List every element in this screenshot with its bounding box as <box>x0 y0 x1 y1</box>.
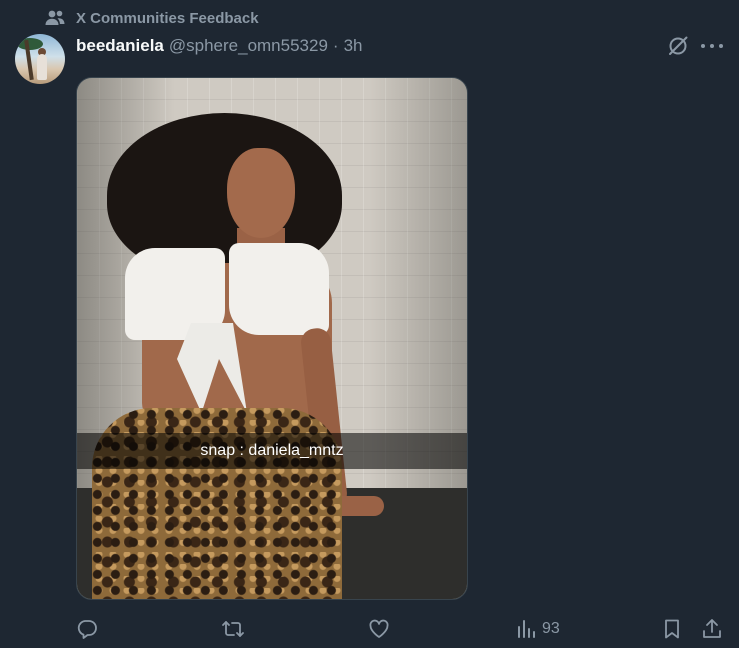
display-name[interactable]: beedaniela <box>76 36 164 56</box>
reply-button[interactable] <box>76 616 104 642</box>
like-button[interactable] <box>368 616 396 642</box>
grok-icon[interactable] <box>667 35 689 57</box>
community-name[interactable]: X Communities Feedback <box>76 10 259 27</box>
people-icon <box>44 9 66 27</box>
reply-icon <box>76 618 98 640</box>
views-icon <box>516 618 536 640</box>
heart-icon <box>368 618 390 640</box>
repost-icon <box>221 618 245 640</box>
repost-button[interactable] <box>221 616 251 642</box>
post-timestamp[interactable]: 3h <box>344 36 363 56</box>
action-bar: 93 <box>0 612 739 646</box>
image-caption-text: snap : daniela_mntz <box>200 442 344 459</box>
separator: · <box>332 36 339 55</box>
bookmark-button[interactable] <box>662 616 682 642</box>
post-header: beedaniela @sphere_omn55329 · 3h <box>76 36 363 58</box>
post-image[interactable]: snap : daniela_mntz <box>76 77 468 600</box>
more-options-icon[interactable] <box>701 36 723 56</box>
views-button[interactable]: 93 <box>516 616 560 642</box>
share-button[interactable] <box>701 616 723 642</box>
image-caption-bar: snap : daniela_mntz <box>77 433 467 469</box>
avatar[interactable] <box>15 34 65 84</box>
views-count: 93 <box>542 620 560 637</box>
community-context[interactable]: X Communities Feedback <box>44 8 259 28</box>
user-handle[interactable]: @sphere_omn55329 <box>169 36 328 56</box>
bookmark-icon <box>662 618 682 640</box>
share-icon <box>701 618 723 640</box>
